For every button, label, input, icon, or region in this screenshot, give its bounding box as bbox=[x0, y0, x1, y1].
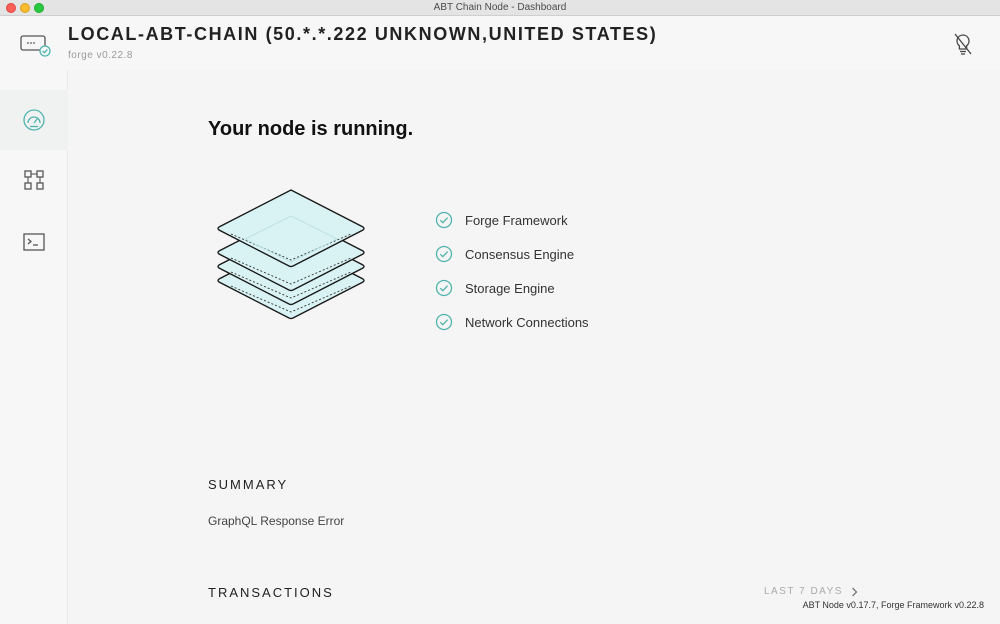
window-title: ABT Chain Node - Dashboard bbox=[433, 2, 567, 13]
check-label: Network Connections bbox=[465, 314, 589, 330]
page-title: Your node is running. bbox=[208, 118, 414, 140]
sidebar bbox=[0, 70, 68, 624]
node-layers-icon bbox=[217, 189, 365, 320]
check-circle-icon bbox=[435, 313, 453, 331]
check-circle-icon bbox=[435, 279, 453, 297]
transactions-range-label: LAST 7 DAYS bbox=[764, 586, 843, 597]
speedometer-icon bbox=[23, 109, 45, 131]
forge-version: forge v0.22.8 bbox=[68, 50, 133, 61]
check-item-network-connections: Network Connections bbox=[435, 305, 589, 339]
check-item-consensus-engine: Consensus Engine bbox=[435, 237, 589, 271]
sidebar-item-console[interactable] bbox=[0, 212, 68, 272]
check-circle-icon bbox=[435, 245, 453, 263]
grid-icon bbox=[24, 170, 44, 190]
summary-heading: SUMMARY bbox=[208, 477, 289, 492]
app-header: LOCAL-ABT-CHAIN (50.*.*.222 UNKNOWN,UNIT… bbox=[0, 16, 1000, 70]
check-circle-icon bbox=[435, 211, 453, 229]
node-status-checklist: Forge Framework Consensus Engine Storage… bbox=[435, 203, 589, 339]
sidebar-item-dashboard[interactable] bbox=[0, 90, 68, 150]
lightbulb-off-icon[interactable] bbox=[952, 32, 974, 56]
footer-version: ABT Node v0.17.7, Forge Framework v0.22.… bbox=[802, 600, 984, 610]
check-label: Storage Engine bbox=[465, 280, 555, 296]
main-content: Your node is running. Forge Framework Co… bbox=[69, 70, 1000, 624]
sidebar-item-apps[interactable] bbox=[0, 150, 68, 210]
check-label: Consensus Engine bbox=[465, 246, 575, 262]
chevron-right-icon bbox=[851, 587, 858, 596]
window-titlebar: ABT Chain Node - Dashboard bbox=[0, 0, 1000, 16]
check-label: Forge Framework bbox=[465, 212, 568, 228]
node-title: LOCAL-ABT-CHAIN (50.*.*.222 UNKNOWN,UNIT… bbox=[68, 24, 658, 44]
check-item-forge-framework: Forge Framework bbox=[435, 203, 589, 237]
transactions-heading: TRANSACTIONS bbox=[208, 585, 334, 600]
summary-error-text: GraphQL Response Error bbox=[208, 514, 345, 528]
transactions-range-selector[interactable]: LAST 7 DAYS bbox=[764, 586, 858, 597]
node-server-icon bbox=[20, 35, 51, 57]
terminal-icon bbox=[23, 233, 45, 251]
check-item-storage-engine: Storage Engine bbox=[435, 271, 589, 305]
